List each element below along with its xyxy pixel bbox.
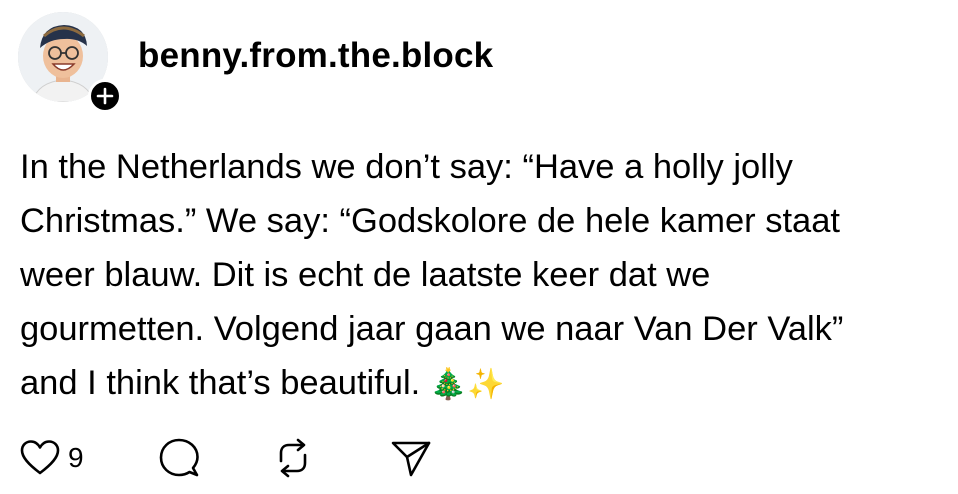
post-text-body: In the Netherlands we don’t say: “Have a… (20, 148, 844, 402)
post-emojis: 🎄✨ (429, 367, 505, 402)
send-icon (391, 441, 431, 477)
comment-bubble-icon (159, 438, 199, 477)
action-bar: 9 (20, 436, 460, 480)
heart-icon (20, 440, 60, 475)
like-button[interactable]: 9 (20, 436, 84, 480)
share-button[interactable] (390, 436, 432, 480)
plus-icon (96, 87, 114, 105)
username[interactable]: benny.from.the.block (138, 36, 493, 76)
repost-icon (279, 438, 307, 478)
post-text: In the Netherlands we don’t say: “Have a… (20, 140, 945, 412)
profile-avatar-container[interactable] (18, 12, 122, 113)
repost-button[interactable] (272, 436, 314, 480)
follow-button[interactable] (88, 79, 122, 113)
like-count: 9 (68, 442, 84, 473)
comment-button[interactable] (158, 436, 200, 480)
